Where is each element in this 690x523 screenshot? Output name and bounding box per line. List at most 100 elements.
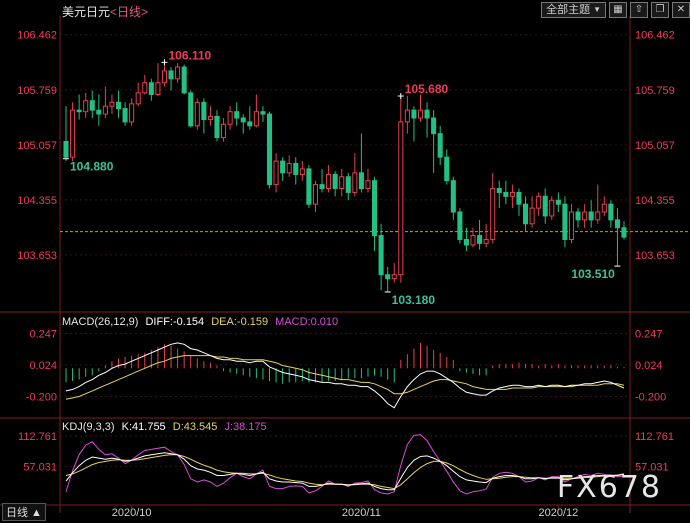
period-selector[interactable]: <日线> (110, 5, 148, 19)
candle-body (332, 173, 338, 190)
candle-body (490, 188, 496, 240)
candle-body (102, 105, 108, 115)
candle-body (96, 109, 102, 115)
candle-body (345, 176, 351, 193)
candle-body (358, 172, 364, 190)
candle-body (109, 101, 115, 107)
kdj-params-label: KDJ(9,3,3) (62, 421, 115, 433)
candle-body (129, 103, 135, 123)
candle-body (536, 195, 542, 209)
kdj-tick-left: 57.031 (23, 461, 57, 473)
candle-body (293, 162, 299, 175)
candle-body (411, 109, 417, 119)
candle-body (352, 172, 358, 193)
candle-body (234, 111, 240, 119)
candle-body (372, 180, 378, 237)
candle-body (601, 203, 607, 213)
candle-body (135, 92, 141, 105)
candle-body (457, 211, 463, 240)
candle-body (155, 82, 161, 95)
candle-body (286, 162, 292, 174)
candle-body (115, 101, 122, 110)
candle-body (529, 207, 535, 225)
candle-body (227, 111, 233, 125)
macd-tick-right: -0.200 (635, 391, 666, 403)
candle-body (496, 188, 502, 193)
candle-body (260, 111, 266, 115)
macd-tick-right: 0.247 (635, 328, 663, 340)
macd-dea-line (65, 355, 625, 400)
candle-body (299, 168, 305, 175)
macd-diff-line (65, 342, 625, 409)
candle-body (437, 133, 443, 158)
chevron-down-icon: ▼ (593, 5, 601, 14)
candle-body (266, 113, 273, 186)
candle-body (463, 238, 469, 246)
low-annotation: 104.880 (70, 160, 114, 174)
macd-tick-left: 0.024 (29, 360, 57, 372)
candle-body (450, 180, 456, 213)
macd-dea-label: DEA:-0.159 (211, 316, 269, 328)
chart-canvas[interactable]: 106.462 106.462 105.759 105.759 105.057 105.0… (0, 0, 690, 523)
high-annotation: 106.110 (168, 48, 211, 62)
price-tick-right: 105.759 (635, 85, 675, 97)
grid-layout-icon[interactable]: ▦ (609, 2, 627, 18)
theme-dropdown-label: 全部主题 (546, 4, 591, 16)
candle-body (378, 235, 384, 276)
restore-window-icon[interactable]: ❐ (651, 2, 669, 18)
macd-tick-right: 0.024 (635, 360, 663, 372)
price-tick-right: 103.653 (635, 250, 675, 262)
candle-body (142, 82, 148, 94)
kdj-k-label: K:41.755 (121, 421, 166, 433)
candle-body (201, 101, 207, 121)
price-tick-right: 104.355 (635, 195, 675, 207)
kdj-tick-left: 112.761 (18, 431, 57, 443)
symbol-label: 美元日元 (62, 5, 111, 19)
candle-body (562, 203, 568, 240)
candle-body (509, 191, 515, 197)
close-icon[interactable]: ✕ (672, 2, 690, 18)
low-annotation: 103.180 (392, 293, 436, 307)
candle-body (319, 184, 325, 190)
candle-body (83, 100, 89, 113)
low-annotation: 103.510 (571, 267, 615, 281)
price-tick-left: 105.057 (17, 140, 57, 152)
candle-body (188, 92, 194, 127)
candle-body (89, 100, 95, 111)
candle-body (621, 227, 627, 238)
pin-icon[interactable]: ⇧ (630, 2, 648, 18)
candle-body (404, 109, 410, 123)
candle-body (221, 123, 227, 139)
candle-body (549, 199, 555, 217)
candle-body (424, 109, 430, 119)
price-tick-left: 105.759 (17, 85, 57, 97)
candle-body (181, 66, 187, 94)
candle-body (339, 176, 345, 190)
candle-body (542, 195, 548, 217)
candle-body (240, 117, 246, 123)
candle-body (253, 111, 259, 127)
candle-body (417, 109, 424, 119)
timeframe-tag[interactable]: 日线 ▲ (2, 503, 46, 521)
kdj-tick-right: 112.761 (635, 431, 674, 443)
price-tick-right: 106.462 (635, 30, 675, 42)
candle-body (503, 191, 509, 197)
macd-value-label: MACD:0.010 (275, 316, 339, 328)
candle-body (391, 274, 397, 280)
macd-params-label: MACD(26,12,9) (62, 316, 139, 328)
macd-diff-label: DIFF:-0.154 (145, 316, 205, 328)
candle-body (385, 274, 391, 280)
candle-body (194, 101, 200, 127)
theme-dropdown[interactable]: 全部主题 ▼ (541, 2, 606, 18)
candle-body (76, 109, 82, 113)
candle-body (280, 160, 286, 174)
candle-body (207, 115, 213, 121)
candle-body (312, 184, 318, 205)
macd-tick-left: -0.200 (26, 391, 57, 403)
candle-body (214, 115, 220, 139)
candle-body (365, 180, 371, 190)
x-axis-label: 2020/10 (112, 507, 152, 519)
macd-pane-title: MACD(26,12,9) DIFF:-0.154 DEA:-0.159 MAC… (62, 316, 342, 328)
candle-body (568, 211, 575, 240)
kdj-j-label: J:38.175 (224, 421, 267, 433)
